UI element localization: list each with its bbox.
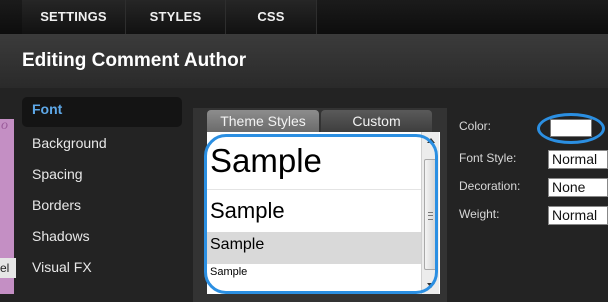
sidebar-item-shadows[interactable]: Shadows <box>32 228 90 244</box>
sidebar-item-visual-fx[interactable]: Visual FX <box>32 259 92 275</box>
list-item-selected[interactable]: Sample <box>207 232 421 264</box>
list-item[interactable]: Sample <box>207 264 421 286</box>
grip-icon <box>428 212 433 220</box>
background-page-label: el <box>0 258 16 278</box>
color-swatch[interactable] <box>550 119 592 137</box>
scrollbar-thumb[interactable] <box>424 159 437 270</box>
weight-label: Weight: <box>459 207 500 221</box>
scroll-down-arrow-icon[interactable] <box>422 278 439 294</box>
page-title: Editing Comment Author <box>22 50 247 71</box>
list-item[interactable]: Sample <box>207 192 421 232</box>
weight-select[interactable]: Normal <box>548 206 608 225</box>
top-tab-bar: SETTINGS STYLES CSS <box>0 0 608 34</box>
sidebar-item-borders[interactable]: Borders <box>32 197 81 213</box>
tab-settings[interactable]: SETTINGS <box>22 0 126 34</box>
font-sample-list[interactable]: Sample Sample Sample Sample <box>207 132 440 294</box>
tab-custom[interactable]: Custom <box>321 110 432 132</box>
decoration-label: Decoration: <box>459 179 521 193</box>
sidebar-item-background[interactable]: Background <box>32 135 107 151</box>
background-page-letter: o <box>1 118 8 133</box>
list-item[interactable]: Sample <box>207 136 421 190</box>
scrollbar[interactable] <box>421 132 439 294</box>
scroll-up-arrow-icon[interactable] <box>422 132 439 148</box>
color-label: Color: <box>459 119 492 133</box>
tab-css[interactable]: CSS <box>226 0 317 34</box>
tab-styles[interactable]: STYLES <box>126 0 226 34</box>
font-style-select[interactable]: Normal <box>548 150 608 169</box>
sidebar-item-spacing[interactable]: Spacing <box>32 166 83 182</box>
sidebar-item-font[interactable]: Font <box>22 97 182 127</box>
decoration-select[interactable]: None <box>548 178 608 197</box>
font-style-label: Font Style: <box>459 151 517 165</box>
editor-window: SETTINGS STYLES CSS Editing Comment Auth… <box>0 0 608 302</box>
tab-theme-styles[interactable]: Theme Styles <box>207 110 319 132</box>
